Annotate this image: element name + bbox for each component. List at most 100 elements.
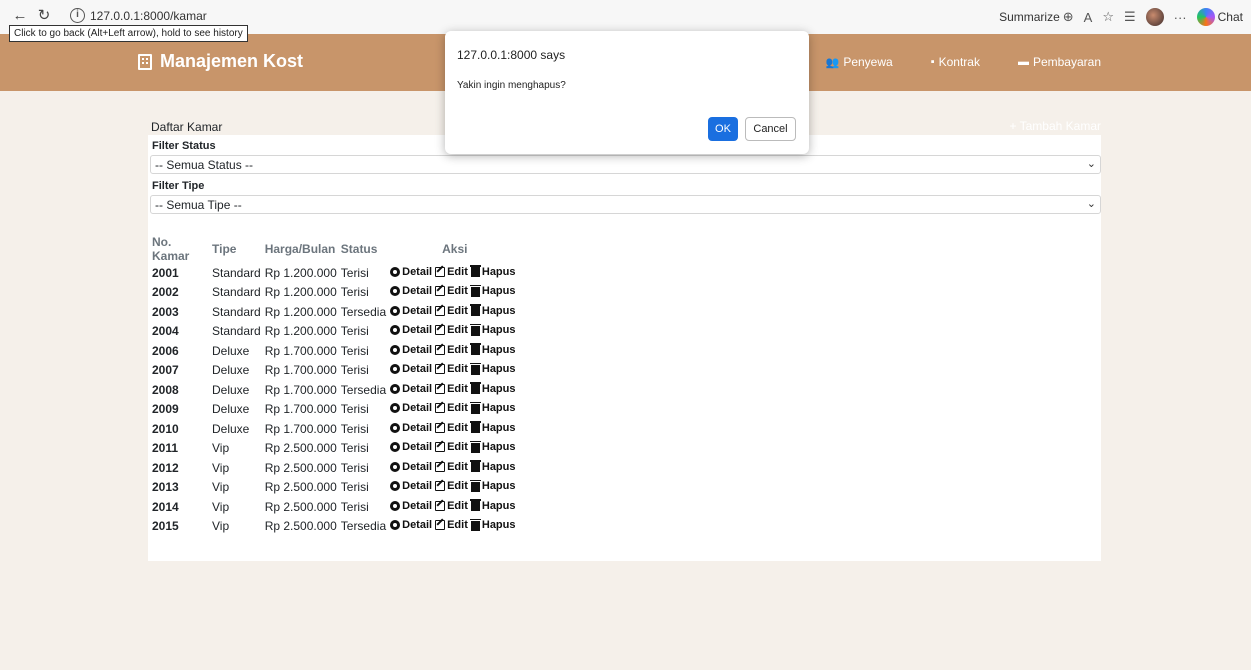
- detail-button[interactable]: Detail: [390, 500, 432, 512]
- ok-button[interactable]: OK: [708, 117, 738, 141]
- edit-button[interactable]: Edit: [435, 402, 468, 414]
- detail-button[interactable]: Detail: [390, 402, 432, 414]
- edit-button[interactable]: Edit: [435, 285, 468, 297]
- detail-button[interactable]: Detail: [390, 422, 432, 434]
- cell-tipe: Vip: [212, 480, 230, 495]
- hapus-button[interactable]: Hapus: [469, 362, 516, 376]
- action-label: Detail: [402, 363, 433, 376]
- nav-link-pembayaran[interactable]: ▬ Pembayaran: [1018, 55, 1101, 69]
- summarize-button[interactable]: Summarize ⊕: [999, 9, 1074, 25]
- cell-status: Terisi: [340, 343, 369, 358]
- row-actions: Detail Edit Hapus: [390, 362, 516, 376]
- hapus-button[interactable]: Hapus: [469, 323, 516, 336]
- action-label: Edit: [447, 402, 468, 415]
- brand[interactable]: Manajemen Kost: [138, 51, 303, 72]
- cell-harga: Rp 1.700.000: [264, 421, 337, 436]
- edit-button[interactable]: Edit: [435, 461, 468, 473]
- edit-button[interactable]: Edit: [435, 383, 468, 395]
- detail-button[interactable]: Detail: [390, 519, 432, 531]
- edit-button[interactable]: Edit: [435, 519, 468, 531]
- copilot-chat-button[interactable]: Chat: [1196, 8, 1243, 26]
- action-label: Hapus: [481, 363, 516, 376]
- more-options-icon[interactable]: ···: [1174, 10, 1187, 25]
- hapus-button[interactable]: Hapus: [469, 440, 516, 453]
- trash-icon: [469, 499, 481, 512]
- detail-button[interactable]: Detail: [390, 344, 432, 356]
- cell-status: Terisi: [340, 363, 369, 378]
- edit-button[interactable]: Edit: [435, 441, 468, 453]
- cell-tipe: Vip: [212, 460, 230, 475]
- edit-button[interactable]: Edit: [435, 344, 468, 356]
- action-label: Edit: [447, 363, 468, 376]
- hapus-button[interactable]: Hapus: [469, 343, 516, 356]
- status-select[interactable]: -- Semua Status -- ⌄: [150, 155, 1101, 174]
- address-bar[interactable]: i 127.0.0.1:8000/kamar: [62, 5, 962, 27]
- hapus-button[interactable]: Hapus: [469, 479, 516, 492]
- profile-avatar[interactable]: [1145, 8, 1164, 26]
- site-info-icon[interactable]: i: [70, 8, 85, 23]
- hapus-button[interactable]: Hapus: [469, 304, 516, 317]
- cancel-button[interactable]: Cancel: [745, 117, 796, 141]
- table-row: 2004 Standard Rp 1.200.000 Terisi Detail Edit…: [150, 322, 518, 342]
- row-actions: Detail Edit Hapus: [390, 343, 516, 356]
- refresh-icon[interactable]: ↻: [34, 6, 54, 26]
- detail-button[interactable]: Detail: [390, 480, 432, 492]
- add-room-button[interactable]: + Tambah Kamar: [1010, 119, 1102, 133]
- eye-icon: [390, 422, 401, 433]
- hapus-button[interactable]: Hapus: [469, 401, 516, 414]
- nav-links: 👥 Penyewa ▪ Kontrak ▬ Pembayaran: [826, 55, 1101, 69]
- edit-button[interactable]: Edit: [435, 324, 468, 336]
- tipe-select[interactable]: -- Semua Tipe -- ⌄: [150, 195, 1101, 214]
- nav-link-kontrak[interactable]: ▪ Kontrak: [931, 55, 980, 69]
- eye-icon: [390, 344, 401, 355]
- table-row: 2012 Vip Rp 2.500.000 Terisi Detail Edit Hapus: [150, 458, 518, 478]
- action-label: Detail: [402, 324, 433, 337]
- action-label: Detail: [402, 460, 433, 473]
- edit-button[interactable]: Edit: [435, 500, 468, 512]
- trash-icon: [469, 323, 481, 336]
- edit-button[interactable]: Edit: [435, 480, 468, 492]
- hapus-button[interactable]: Hapus: [469, 499, 516, 512]
- edit-button[interactable]: Edit: [435, 422, 468, 434]
- favorites-list-icon[interactable]: ☰: [1124, 9, 1136, 25]
- favorite-star-icon[interactable]: ☆: [1102, 9, 1114, 25]
- hapus-button[interactable]: Hapus: [469, 265, 516, 278]
- row-actions: Detail Edit Hapus: [390, 265, 516, 278]
- detail-button[interactable]: Detail: [390, 383, 432, 395]
- detail-button[interactable]: Detail: [390, 324, 432, 336]
- edit-button[interactable]: Edit: [435, 363, 468, 375]
- cell-tipe: Deluxe: [212, 343, 250, 358]
- hapus-button[interactable]: Hapus: [469, 382, 516, 395]
- eye-icon: [390, 325, 401, 336]
- cell-tipe: Standard: [212, 285, 261, 300]
- cell-aksi: Detail Edit Hapus: [388, 302, 517, 322]
- cell-harga: Rp 1.700.000: [264, 382, 337, 397]
- detail-button[interactable]: Detail: [390, 266, 432, 278]
- detail-button[interactable]: Detail: [390, 461, 432, 473]
- edit-button[interactable]: Edit: [435, 305, 468, 317]
- detail-button[interactable]: Detail: [390, 441, 432, 453]
- detail-button[interactable]: Detail: [390, 305, 432, 317]
- hapus-button[interactable]: Hapus: [469, 518, 516, 531]
- action-label: Detail: [402, 304, 433, 317]
- copilot-icon: [1196, 8, 1215, 26]
- edit-button[interactable]: Edit: [435, 266, 468, 278]
- eye-icon: [390, 266, 401, 277]
- edit-icon: [435, 364, 446, 375]
- detail-button[interactable]: Detail: [390, 363, 432, 375]
- cell-aksi: Detail Edit Hapus: [388, 263, 517, 283]
- nav-link-penyewa[interactable]: 👥 Penyewa: [826, 55, 893, 69]
- hapus-button[interactable]: Hapus: [469, 284, 516, 297]
- row-actions: Detail Edit Hapus: [390, 284, 516, 297]
- detail-button[interactable]: Detail: [390, 285, 432, 297]
- hapus-button[interactable]: Hapus: [469, 460, 516, 473]
- hapus-button[interactable]: Hapus: [469, 421, 516, 434]
- edit-icon: [435, 344, 446, 355]
- row-actions: Detail Edit Hapus: [390, 382, 516, 395]
- back-arrow-icon[interactable]: ←: [10, 6, 30, 26]
- read-aloud-icon[interactable]: A: [1084, 10, 1093, 25]
- page-title: Daftar Kamar: [151, 120, 223, 134]
- trash-icon: [469, 362, 481, 375]
- cell-tipe: Deluxe: [212, 402, 250, 417]
- cell-no-kamar: 2003: [152, 304, 179, 319]
